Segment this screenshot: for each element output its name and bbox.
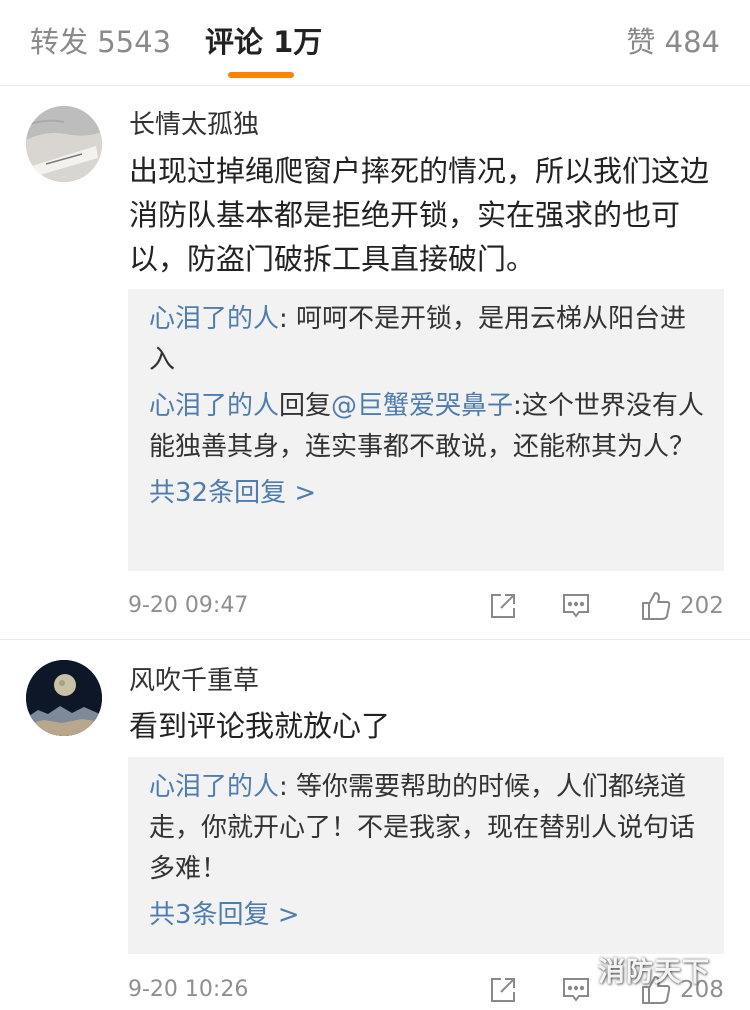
reply-item[interactable]: 心泪了的人: 等你需要帮助的时候，人们都绕道走，你就开心了！不是我家，现在替别人… <box>149 767 704 890</box>
comment-text: 看到评论我就放心了 <box>129 709 391 743</box>
active-tab-indicator <box>228 72 294 78</box>
reply-separator: : <box>513 391 522 421</box>
reply-box[interactable]: 心泪了的人: 呵呵不是开锁，是用云梯从阳台进入 心泪了的人回复@巨蟹爱哭鼻子:这… <box>128 289 724 571</box>
reply-item[interactable]: 心泪了的人回复@巨蟹爱哭鼻子:这个世界没有人能独善其身，连实事都不敢说，还能称其… <box>149 386 704 468</box>
avatar[interactable] <box>26 660 102 736</box>
tab-repost[interactable]: 转发 5543 <box>30 22 171 62</box>
reply-item[interactable]: 心泪了的人: 呵呵不是开锁，是用云梯从阳台进入 <box>149 299 704 381</box>
tab-comments[interactable]: 评论 1万 <box>205 22 322 62</box>
like-count: 202 <box>680 593 724 619</box>
share-icon[interactable] <box>483 586 523 626</box>
reply-separator: : <box>279 304 297 334</box>
comment-text: 出现过掉绳爬窗户摔死的情况，所以我们这边消防队基本都是拒绝开锁，实在强求的也可以… <box>129 154 710 276</box>
reply-separator: : <box>279 772 297 802</box>
reply-connector: 回复 <box>279 391 332 421</box>
more-replies-link[interactable]: 共3条回复 > <box>149 895 704 936</box>
reply-nickname[interactable]: 心泪了的人 <box>149 304 279 334</box>
more-replies-link[interactable]: 共32条回复 > <box>149 473 704 514</box>
watermark: 消防天下 <box>598 957 710 988</box>
comment-meta: 9-20 09:47 202 <box>128 586 724 626</box>
share-icon[interactable] <box>483 970 523 1010</box>
like-icon[interactable] <box>636 586 676 626</box>
reply-nickname[interactable]: 心泪了的人 <box>149 772 279 802</box>
reply-mention[interactable]: @巨蟹爱哭鼻子 <box>331 391 513 421</box>
comment-item: 长情太孤独 出现过掉绳爬窗户摔死的情况，所以我们这边消防队基本都是拒绝开锁，实在… <box>0 90 750 640</box>
comment-username[interactable]: 风吹千重草 <box>129 664 259 698</box>
tab-likes[interactable]: 赞 484 <box>626 22 720 62</box>
comment-username[interactable]: 长情太孤独 <box>129 108 259 142</box>
comment-time: 9-20 10:26 <box>128 977 249 1002</box>
reply-box[interactable]: 心泪了的人: 等你需要帮助的时候，人们都绕道走，你就开心了！不是我家，现在替别人… <box>128 757 724 954</box>
avatar[interactable] <box>26 106 102 182</box>
reply-nickname[interactable]: 心泪了的人 <box>149 391 279 421</box>
comment-icon[interactable] <box>556 586 596 626</box>
comment-time: 9-20 09:47 <box>128 593 249 618</box>
tab-bar: 转发 5543 评论 1万 赞 484 <box>0 0 750 86</box>
comment-icon[interactable] <box>556 970 596 1010</box>
